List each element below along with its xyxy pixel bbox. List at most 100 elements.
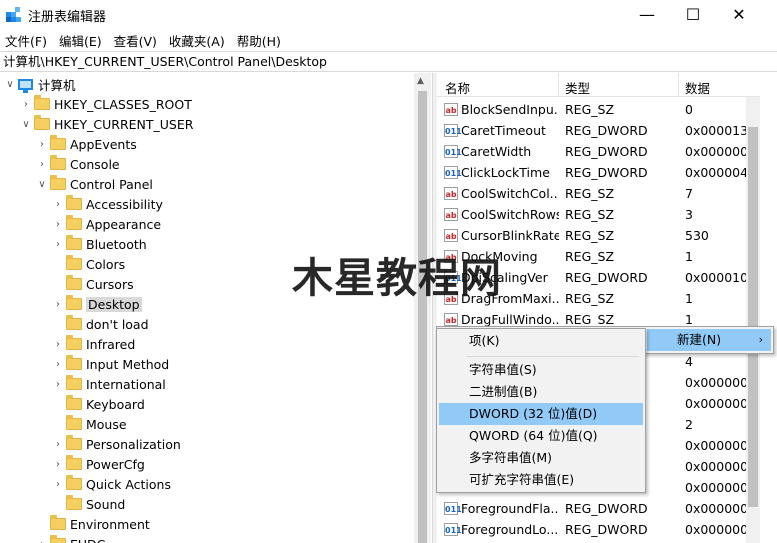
expand-chevron-icon[interactable]: ›: [52, 234, 64, 254]
tree-item-label: Desktop: [86, 296, 142, 312]
value-row[interactable]: 011 CaretTimeout REG_DWORD 0x0000138: [437, 120, 777, 141]
tree-item[interactable]: › Input Method: [52, 354, 169, 374]
value-type: REG_SZ: [565, 249, 615, 264]
submenu-item-string[interactable]: 字符串值(S): [439, 359, 643, 381]
tree-item[interactable]: don't load: [52, 314, 149, 334]
tree-item[interactable]: Environment: [36, 514, 150, 534]
string-value-icon: ab: [444, 103, 458, 116]
expand-chevron-icon[interactable]: ›: [52, 334, 64, 354]
menu-favorites[interactable]: 收藏夹(A): [169, 31, 225, 50]
tree-item[interactable]: › HKEY_CLASSES_ROOT: [20, 94, 192, 114]
tree-item[interactable]: › PowerCfg: [52, 454, 145, 474]
value-row[interactable]: ab CursorBlinkRate REG_SZ 530: [437, 225, 777, 246]
collapse-chevron-icon[interactable]: ∨: [36, 174, 48, 194]
tree-item[interactable]: ∨ HKEY_CURRENT_USER: [20, 114, 193, 134]
folder-icon: [66, 495, 82, 510]
value-row[interactable]: 011 ForegroundLo... REG_DWORD 0x0000000: [437, 519, 777, 540]
tree-item[interactable]: › Quick Actions: [52, 474, 171, 494]
expand-chevron-icon: [52, 274, 64, 294]
maximize-button[interactable]: ☐: [670, 0, 716, 29]
collapse-chevron-icon[interactable]: ∨: [4, 74, 16, 94]
column-header-name[interactable]: 名称: [445, 78, 470, 97]
column-header-data[interactable]: 数据: [685, 78, 710, 97]
expand-chevron-icon[interactable]: ›: [36, 154, 48, 174]
value-type: REG_DWORD: [565, 501, 648, 516]
submenu-item-expandstring[interactable]: 可扩充字符串值(E): [439, 469, 643, 491]
collapse-chevron-icon[interactable]: ∨: [20, 114, 32, 134]
submenu-item-dword[interactable]: DWORD (32 位)值(D): [439, 403, 643, 425]
tree-item-label: Bluetooth: [86, 236, 147, 252]
menu-edit[interactable]: 编辑(E): [59, 31, 102, 50]
expand-chevron-icon[interactable]: ›: [52, 434, 64, 454]
value-row[interactable]: 011 ClickLockTime REG_DWORD 0x000004b: [437, 162, 777, 183]
tree-item[interactable]: Sound: [52, 494, 125, 514]
expand-chevron-icon: [52, 494, 64, 514]
menu-view[interactable]: 查看(V): [114, 31, 157, 50]
close-button[interactable]: ✕: [716, 0, 762, 29]
list-scrollbar[interactable]: [746, 97, 760, 543]
tree-item[interactable]: ∨ Control Panel: [36, 174, 153, 194]
folder-icon: [66, 315, 82, 330]
computer-icon: [18, 78, 33, 93]
tree-item[interactable]: › EUDC: [36, 534, 105, 543]
string-value-icon: ab: [444, 208, 458, 221]
column-divider[interactable]: [558, 73, 559, 97]
expand-chevron-icon[interactable]: ›: [52, 374, 64, 394]
column-header-type[interactable]: 类型: [565, 78, 590, 97]
value-data: 7: [685, 186, 693, 201]
value-data: 1: [685, 312, 693, 327]
submenu-item-qword[interactable]: QWORD (64 位)值(Q): [439, 425, 643, 447]
tree-item-label: don't load: [86, 316, 149, 332]
registry-tree: ∨ 计算机 › HKEY_CLASSES_ROOT ∨ HKEY_CURRENT_USER…: [0, 73, 431, 543]
tree-item[interactable]: › Bluetooth: [52, 234, 147, 254]
tree-item[interactable]: › International: [52, 374, 166, 394]
tree-item[interactable]: › Appearance: [52, 214, 161, 234]
submenu-item-multistring[interactable]: 多字符串值(M): [439, 447, 643, 469]
menu-help[interactable]: 帮助(H): [237, 31, 281, 50]
expand-chevron-icon[interactable]: ›: [52, 454, 64, 474]
expand-chevron-icon[interactable]: ›: [52, 354, 64, 374]
tree-item-label: International: [86, 376, 166, 392]
expand-chevron-icon[interactable]: ›: [52, 474, 64, 494]
value-row[interactable]: 011 CaretWidth REG_DWORD 0x0000000: [437, 141, 777, 162]
expand-chevron-icon[interactable]: ›: [36, 134, 48, 154]
folder-icon: [66, 195, 82, 210]
tree-item[interactable]: › Infrared: [52, 334, 135, 354]
new-menu-item[interactable]: 新建(N) ›: [647, 329, 771, 351]
tree-scrollbar[interactable]: ▲: [414, 73, 431, 543]
tree-item[interactable]: Cursors: [52, 274, 134, 294]
value-row[interactable]: ab BlockSendInpu... REG_SZ 0: [437, 99, 777, 120]
tree-item[interactable]: ∨ 计算机: [4, 74, 76, 94]
menu-file[interactable]: 文件(F): [5, 31, 47, 50]
address-bar[interactable]: 计算机\HKEY_CURRENT_USER\Control Panel\Desk…: [0, 51, 777, 72]
tree-item[interactable]: › Personalization: [52, 434, 181, 454]
tree-item[interactable]: › Desktop: [52, 294, 142, 314]
expand-chevron-icon[interactable]: ›: [20, 94, 32, 114]
expand-chevron-icon[interactable]: ›: [52, 194, 64, 214]
tree-item[interactable]: › Console: [36, 154, 120, 174]
tree-item[interactable]: › AppEvents: [36, 134, 137, 154]
value-row[interactable]: ab CoolSwitchRows REG_SZ 3: [437, 204, 777, 225]
value-type: REG_SZ: [565, 291, 615, 306]
value-type: REG_DWORD: [565, 144, 648, 159]
expand-chevron-icon[interactable]: ›: [52, 294, 64, 314]
tree-item[interactable]: Keyboard: [52, 394, 145, 414]
list-scroll-thumb[interactable]: [748, 127, 758, 507]
tree-item-label: HKEY_CLASSES_ROOT: [54, 96, 192, 112]
expand-chevron-icon[interactable]: ›: [36, 534, 48, 543]
tree-item[interactable]: Mouse: [52, 414, 127, 434]
submenu-item-binary[interactable]: 二进制值(B): [439, 381, 643, 403]
value-data: 3: [685, 207, 693, 222]
folder-icon: [50, 535, 66, 543]
tree-item[interactable]: › Accessibility: [52, 194, 163, 214]
folder-icon: [66, 355, 82, 370]
column-divider[interactable]: [678, 73, 679, 97]
scroll-up-icon[interactable]: ▲: [417, 76, 424, 86]
tree-item[interactable]: Colors: [52, 254, 125, 274]
expand-chevron-icon[interactable]: ›: [52, 214, 64, 234]
minimize-button[interactable]: —: [624, 0, 670, 29]
tree-scroll-thumb[interactable]: [418, 91, 427, 543]
value-row[interactable]: 011 ForegroundFla... REG_DWORD 0x0000000: [437, 498, 777, 519]
submenu-item-key[interactable]: 项(K): [439, 330, 643, 352]
value-row[interactable]: ab CoolSwitchCol... REG_SZ 7: [437, 183, 777, 204]
